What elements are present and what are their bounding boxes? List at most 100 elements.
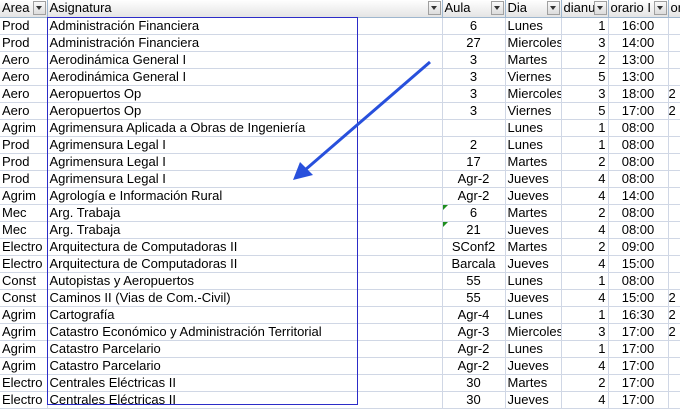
cell-area[interactable]: Agrim: [0, 340, 47, 357]
header-horario[interactable]: orario I: [608, 0, 668, 17]
cell-dianum[interactable]: 1: [561, 119, 608, 136]
cell-asignatura[interactable]: Agrología e Información Rural: [47, 187, 442, 204]
cell-extra[interactable]: [668, 68, 680, 85]
cell-aula[interactable]: 2: [442, 136, 505, 153]
cell-dia[interactable]: Martes: [505, 51, 561, 68]
cell-extra[interactable]: [668, 374, 680, 391]
cell-asignatura[interactable]: Agrimensura Legal I: [47, 136, 442, 153]
cell-aula[interactable]: 3: [442, 51, 505, 68]
cell-horario[interactable]: 16:30: [608, 306, 668, 323]
cell-horario[interactable]: 08:00: [608, 119, 668, 136]
cell-horario[interactable]: 08:00: [608, 136, 668, 153]
cell-aula[interactable]: Agr-2: [442, 340, 505, 357]
cell-dianum[interactable]: 4: [561, 187, 608, 204]
cell-area[interactable]: Const: [0, 272, 47, 289]
cell-aula[interactable]: 55: [442, 272, 505, 289]
cell-horario[interactable]: 14:00: [608, 187, 668, 204]
cell-dia[interactable]: Lunes: [505, 119, 561, 136]
cell-horario[interactable]: 13:00: [608, 51, 668, 68]
cell-dia[interactable]: Lunes: [505, 272, 561, 289]
cell-extra[interactable]: [668, 17, 680, 34]
cell-extra[interactable]: [668, 119, 680, 136]
cell-asignatura[interactable]: Agrimensura Aplicada a Obras de Ingenier…: [47, 119, 442, 136]
cell-dianum[interactable]: 3: [561, 323, 608, 340]
cell-extra[interactable]: [668, 255, 680, 272]
cell-extra[interactable]: [668, 391, 680, 408]
cell-dia[interactable]: Jueves: [505, 357, 561, 374]
cell-asignatura[interactable]: Agrimensura Legal I: [47, 170, 442, 187]
cell-dia[interactable]: Lunes: [505, 340, 561, 357]
cell-horario[interactable]: 17:00: [608, 340, 668, 357]
cell-extra[interactable]: [668, 34, 680, 51]
cell-horario[interactable]: 14:00: [608, 34, 668, 51]
cell-dianum[interactable]: 2: [561, 204, 608, 221]
cell-asignatura[interactable]: Aeropuertos Op: [47, 102, 442, 119]
header-dia[interactable]: Dia: [505, 0, 561, 17]
cell-dianum[interactable]: 5: [561, 68, 608, 85]
header-asignatura[interactable]: Asignatura: [47, 0, 442, 17]
cell-asignatura[interactable]: Catastro Parcelario: [47, 357, 442, 374]
cell-dia[interactable]: Martes: [505, 238, 561, 255]
cell-extra[interactable]: 2: [668, 85, 680, 102]
cell-area[interactable]: Electro: [0, 374, 47, 391]
cell-dia[interactable]: Martes: [505, 153, 561, 170]
cell-dianum[interactable]: 2: [561, 238, 608, 255]
cell-dianum[interactable]: 3: [561, 34, 608, 51]
cell-area[interactable]: Prod: [0, 170, 47, 187]
cell-extra[interactable]: [668, 187, 680, 204]
cell-dia[interactable]: Lunes: [505, 306, 561, 323]
cell-horario[interactable]: 17:00: [608, 357, 668, 374]
header-extra[interactable]: ora: [668, 0, 680, 17]
cell-horario[interactable]: 18:00: [608, 85, 668, 102]
cell-dianum[interactable]: 1: [561, 136, 608, 153]
cell-extra[interactable]: [668, 357, 680, 374]
cell-extra[interactable]: [668, 340, 680, 357]
cell-aula[interactable]: 3: [442, 85, 505, 102]
cell-area[interactable]: Agrim: [0, 306, 47, 323]
cell-aula[interactable]: Agr-2: [442, 187, 505, 204]
cell-asignatura[interactable]: Centrales Eléctricas II: [47, 391, 442, 408]
cell-horario[interactable]: 17:00: [608, 323, 668, 340]
cell-extra[interactable]: 2: [668, 289, 680, 306]
cell-dia[interactable]: Viernes: [505, 68, 561, 85]
cell-aula[interactable]: Agr-2: [442, 170, 505, 187]
cell-asignatura[interactable]: Autopistas y Aeropuertos: [47, 272, 442, 289]
cell-extra[interactable]: 2: [668, 306, 680, 323]
cell-area[interactable]: Const: [0, 289, 47, 306]
cell-horario[interactable]: 09:00: [608, 238, 668, 255]
cell-area[interactable]: Agrim: [0, 187, 47, 204]
cell-asignatura[interactable]: Aerodinámica General I: [47, 51, 442, 68]
cell-aula[interactable]: 6: [442, 204, 505, 221]
cell-dianum[interactable]: 4: [561, 221, 608, 238]
cell-dia[interactable]: Lunes: [505, 17, 561, 34]
filter-dropdown-dianum[interactable]: [594, 1, 607, 15]
cell-aula[interactable]: 27: [442, 34, 505, 51]
cell-area[interactable]: Prod: [0, 17, 47, 34]
filter-dropdown-area[interactable]: [33, 1, 46, 15]
cell-dianum[interactable]: 4: [561, 357, 608, 374]
filter-dropdown-aula[interactable]: [491, 1, 504, 15]
cell-area[interactable]: Agrim: [0, 119, 47, 136]
cell-dia[interactable]: Jueves: [505, 221, 561, 238]
cell-dianum[interactable]: 1: [561, 17, 608, 34]
cell-dia[interactable]: Jueves: [505, 391, 561, 408]
header-area[interactable]: Area: [0, 0, 47, 17]
cell-dianum[interactable]: 3: [561, 85, 608, 102]
cell-extra[interactable]: 2: [668, 323, 680, 340]
cell-asignatura[interactable]: Administración Financiera: [47, 17, 442, 34]
cell-horario[interactable]: 16:00: [608, 17, 668, 34]
cell-aula[interactable]: Agr-3: [442, 323, 505, 340]
cell-dianum[interactable]: 1: [561, 306, 608, 323]
cell-horario[interactable]: 08:00: [608, 272, 668, 289]
cell-area[interactable]: Aero: [0, 102, 47, 119]
cell-dia[interactable]: Miercoles: [505, 323, 561, 340]
cell-asignatura[interactable]: Catastro Parcelario: [47, 340, 442, 357]
cell-horario[interactable]: 08:00: [608, 170, 668, 187]
cell-dia[interactable]: Miercoles: [505, 34, 561, 51]
cell-aula[interactable]: Agr-4: [442, 306, 505, 323]
cell-extra[interactable]: 2: [668, 102, 680, 119]
cell-asignatura[interactable]: Arquitectura de Computadoras II: [47, 255, 442, 272]
cell-asignatura[interactable]: Arg. Trabaja: [47, 221, 442, 238]
cell-dia[interactable]: Miercoles: [505, 85, 561, 102]
cell-asignatura[interactable]: Administración Financiera: [47, 34, 442, 51]
